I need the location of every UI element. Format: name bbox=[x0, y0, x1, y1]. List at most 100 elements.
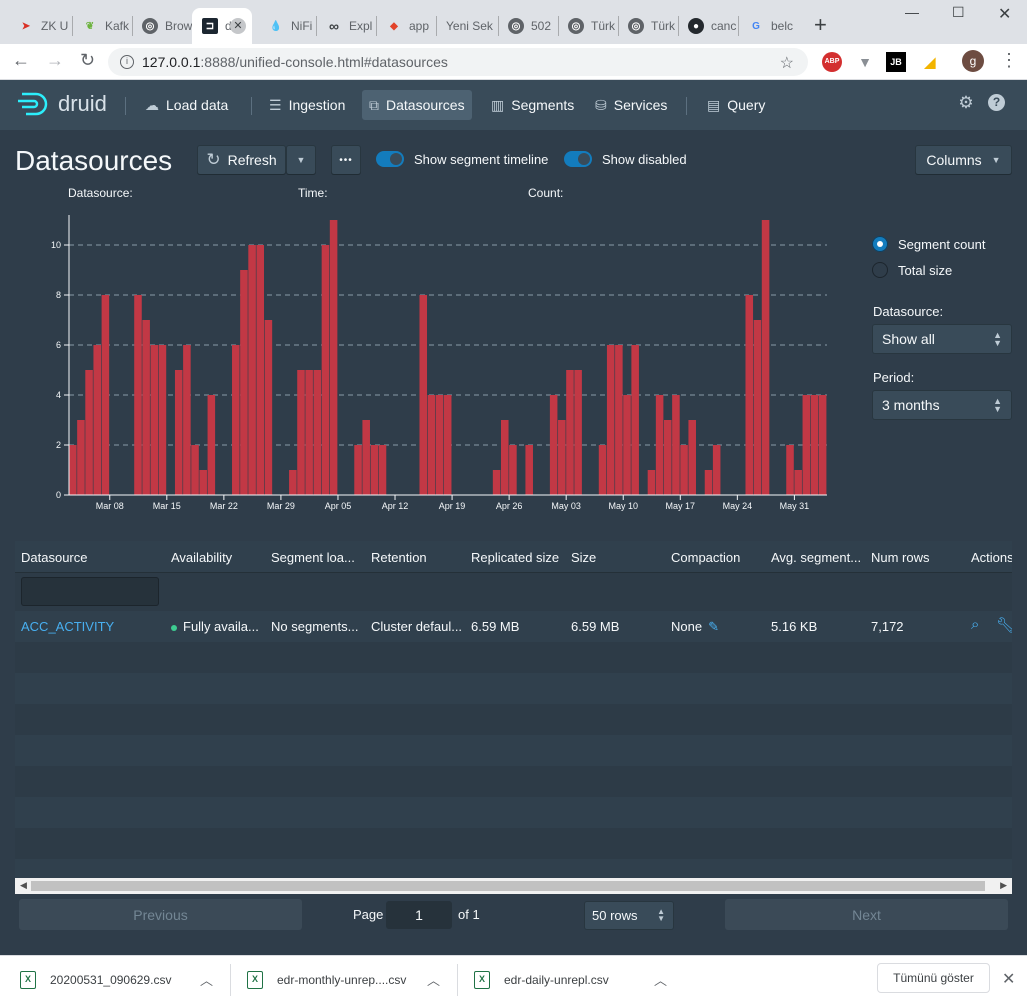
segment-count-bar[interactable] bbox=[574, 370, 582, 495]
segment-count-bar[interactable] bbox=[248, 245, 256, 495]
segment-count-bar[interactable] bbox=[680, 445, 688, 495]
druid-logo[interactable]: druid bbox=[16, 90, 107, 118]
segment-count-bar[interactable] bbox=[704, 470, 713, 495]
segment-count-bar[interactable] bbox=[313, 370, 322, 495]
segment-count-bar[interactable] bbox=[786, 445, 794, 495]
browser-tab[interactable]: ● canc bbox=[678, 8, 738, 44]
segment-count-bar[interactable] bbox=[289, 470, 297, 495]
browser-tab-active[interactable]: ⊐ d ✕ bbox=[192, 8, 252, 44]
vuejs-icon[interactable]: ▼ bbox=[855, 52, 875, 72]
segment-count-bar[interactable] bbox=[443, 395, 452, 495]
browser-tab[interactable]: ◎ Türk bbox=[618, 8, 678, 44]
settings-gear-icon[interactable]: ⚙ bbox=[957, 94, 975, 112]
bookmark-star-icon[interactable]: ☆ bbox=[780, 53, 794, 73]
column-header[interactable]: Retention bbox=[371, 550, 427, 565]
chrome-menu-icon[interactable]: ⋮ bbox=[1000, 50, 1018, 71]
segment-count-bar[interactable] bbox=[810, 395, 819, 495]
segment-count-bar[interactable] bbox=[77, 420, 85, 495]
new-tab-icon[interactable]: + bbox=[814, 12, 827, 38]
nav-ingestion[interactable]: ☰ Ingestion bbox=[262, 90, 352, 120]
segment-count-bar[interactable] bbox=[329, 220, 338, 495]
browser-tab[interactable]: ◆ app bbox=[376, 8, 436, 44]
search-actions-icon[interactable]: ⌕ bbox=[971, 616, 979, 633]
segment-count-bar[interactable] bbox=[378, 445, 387, 495]
segment-count-bar[interactable] bbox=[69, 445, 77, 495]
segment-count-bar[interactable] bbox=[525, 445, 533, 495]
segment-count-bar[interactable] bbox=[264, 320, 273, 495]
segment-count-bar[interactable] bbox=[191, 445, 199, 495]
segment-count-bar[interactable] bbox=[183, 345, 191, 495]
close-downloads-icon[interactable]: ✕ bbox=[1002, 969, 1015, 989]
rows-per-page-select[interactable]: 50 rows ▲ ▼ bbox=[584, 901, 674, 930]
period-select[interactable]: 3 months ▲ ▼ bbox=[872, 390, 1012, 420]
segment-count-bar[interactable] bbox=[174, 370, 183, 495]
browser-tab[interactable]: ◎ Brow bbox=[132, 8, 192, 44]
nav-query[interactable]: ▤ Query bbox=[700, 90, 772, 120]
radio-segment-count[interactable]: Segment count bbox=[872, 236, 985, 252]
segment-count-bar[interactable] bbox=[566, 370, 574, 495]
segment-count-bar[interactable] bbox=[305, 370, 313, 495]
browser-tab[interactable]: Gbelc bbox=[738, 8, 798, 44]
segment-count-bar[interactable] bbox=[745, 295, 754, 495]
segment-count-bar[interactable] bbox=[101, 295, 110, 495]
segment-count-bar[interactable] bbox=[598, 445, 607, 495]
segment-count-bar[interactable] bbox=[509, 445, 517, 495]
segment-count-bar[interactable] bbox=[615, 345, 623, 495]
segment-count-bar[interactable] bbox=[500, 420, 509, 495]
segment-count-bar[interactable] bbox=[802, 395, 811, 495]
browser-tab[interactable]: ◎ 502 bbox=[498, 8, 558, 44]
next-page-button[interactable]: Next bbox=[725, 899, 1008, 930]
help-icon[interactable]: ? bbox=[988, 94, 1005, 111]
segment-count-bar[interactable] bbox=[354, 445, 362, 495]
forward-icon[interactable]: → bbox=[46, 50, 64, 71]
segment-count-bar[interactable] bbox=[362, 420, 370, 495]
segment-count-bar[interactable] bbox=[158, 345, 167, 495]
segment-count-bar[interactable] bbox=[558, 420, 566, 495]
download-menu-icon[interactable]: ︿ bbox=[654, 970, 667, 989]
column-header[interactable]: Availability bbox=[171, 550, 232, 565]
segment-count-bar[interactable] bbox=[492, 470, 501, 495]
browser-tab[interactable]: ➤ ZK U bbox=[8, 8, 68, 44]
segment-count-bar[interactable] bbox=[134, 295, 142, 495]
segment-count-bar[interactable] bbox=[256, 245, 265, 495]
info-icon[interactable]: i bbox=[120, 55, 134, 69]
segment-count-bar[interactable] bbox=[818, 395, 827, 495]
wrench-actions-icon[interactable]: 🔧︎ bbox=[996, 616, 1012, 634]
segment-count-bar[interactable] bbox=[794, 470, 802, 495]
browser-tab[interactable]: ◎ Türk bbox=[558, 8, 618, 44]
window-close-icon[interactable]: ✕ bbox=[998, 4, 1011, 24]
datasource-name-link[interactable]: ACC_ACTIVITY bbox=[21, 619, 114, 634]
segment-count-bar[interactable] bbox=[207, 395, 216, 495]
minimize-icon[interactable]: — bbox=[905, 4, 919, 20]
browser-tab[interactable]: ∞ Expl bbox=[316, 8, 376, 44]
column-header[interactable]: Compaction bbox=[671, 550, 740, 565]
column-header[interactable]: Datasource bbox=[21, 550, 87, 565]
segment-count-bar[interactable] bbox=[370, 445, 379, 495]
back-icon[interactable]: ← bbox=[12, 50, 30, 71]
scroll-left-icon[interactable]: ◀ bbox=[20, 880, 27, 891]
retention-cell[interactable]: Cluster defaul... bbox=[371, 619, 462, 634]
segment-count-bar[interactable] bbox=[435, 395, 444, 495]
nav-services[interactable]: ⛁ Services bbox=[588, 90, 674, 120]
segment-count-bar[interactable] bbox=[321, 245, 330, 495]
segment-count-bar[interactable] bbox=[712, 445, 721, 495]
columns-button[interactable]: Columns ▼ bbox=[915, 145, 1012, 175]
segment-count-bar[interactable] bbox=[549, 395, 558, 495]
radio-total-size[interactable]: Total size bbox=[872, 262, 952, 278]
browser-tab[interactable]: 💧 NiFi bbox=[258, 8, 320, 44]
download-menu-icon[interactable]: ︿ bbox=[200, 970, 213, 989]
segment-count-bar[interactable] bbox=[753, 320, 762, 495]
download-item[interactable]: Xedr-daily-unrepl.csv bbox=[474, 956, 609, 1003]
nav-datasources[interactable]: ⧉ Datasources bbox=[362, 90, 472, 120]
segment-count-bar[interactable] bbox=[150, 345, 159, 495]
segment-count-bar[interactable] bbox=[232, 345, 240, 495]
segment-count-bar[interactable] bbox=[427, 395, 436, 495]
segment-count-bar[interactable] bbox=[688, 420, 696, 495]
horizontal-scrollbar[interactable]: ◀ ▶ bbox=[15, 878, 1012, 894]
jetbrains-icon[interactable]: JB bbox=[886, 52, 906, 72]
segment-timeline-toggle[interactable]: Show segment timeline bbox=[376, 151, 548, 167]
download-item[interactable]: X 20200531_090629.csv bbox=[20, 956, 171, 1003]
reload-icon[interactable]: ↻ bbox=[80, 50, 95, 71]
datasource-select[interactable]: Show all ▲ ▼ bbox=[872, 324, 1012, 354]
segment-count-bar[interactable] bbox=[663, 420, 672, 495]
